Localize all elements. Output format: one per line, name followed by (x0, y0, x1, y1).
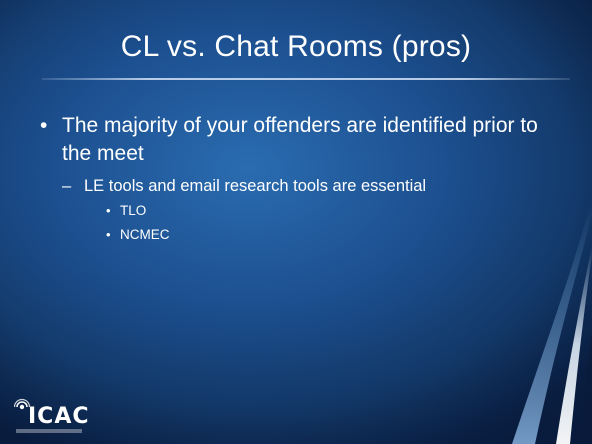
logo-subtitle-strip (16, 429, 82, 433)
bullet-text: The majority of your offenders are ident… (62, 114, 538, 165)
sub-sub-bullet-item: • NCMEC (40, 224, 560, 246)
logo-text: ICAC (28, 404, 90, 429)
dash-icon: – (62, 177, 72, 195)
sub-bullet-text: LE tools and email research tools are es… (84, 177, 427, 195)
bullet-dot-icon: • (40, 114, 48, 137)
sub-sub-bullet-text: TLO (120, 203, 147, 218)
bullet-dot-icon: • (106, 203, 111, 218)
sub-sub-bullet-item: • TLO (40, 200, 560, 222)
sub-sub-bullet-text: NCMEC (120, 227, 170, 242)
bullet-list: • The majority of your offenders are ide… (40, 112, 560, 246)
sub-bullet-item: – LE tools and email research tools are … (40, 174, 560, 198)
icac-logo: ICAC (14, 398, 94, 434)
bullet-dot-icon: • (106, 227, 111, 242)
title-underline (42, 78, 570, 80)
bullet-item: • The majority of your offenders are ide… (40, 112, 560, 168)
slide-title: CL vs. Chat Rooms (pros) (120, 30, 472, 63)
slide: CL vs. Chat Rooms (pros) • The majority … (0, 0, 592, 444)
